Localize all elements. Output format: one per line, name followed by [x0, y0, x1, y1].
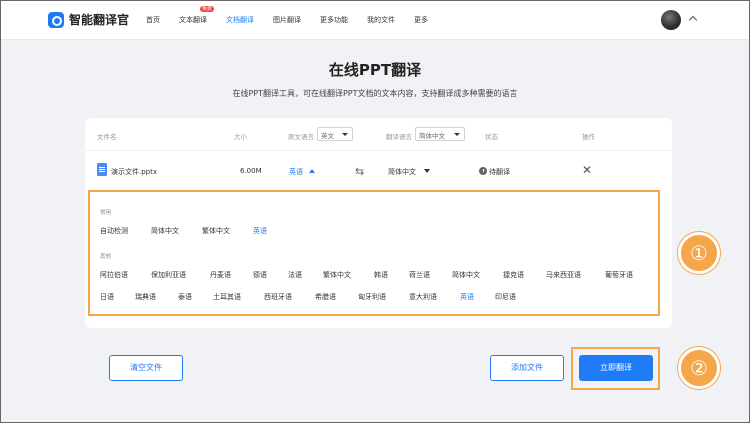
swap-icon[interactable]: ⇆ — [355, 165, 364, 178]
nav-more-features[interactable]: 更多功能 — [320, 15, 348, 25]
user-avatar[interactable] — [661, 10, 681, 30]
free-badge: 免费 — [200, 6, 215, 12]
col-size: 大小 — [234, 133, 247, 141]
table-row: 演示文件.pptx 6.00M 英语 ⇆ 简体中文 待翻译 ✕ — [85, 151, 672, 191]
brand-logo[interactable]: 智能翻译官 — [48, 11, 129, 28]
file-status: 待翻译 — [479, 167, 510, 177]
col-filename: 文件名 — [97, 133, 117, 141]
main-nav: 首页 文本翻译 免费 文档翻译 图片翻译 更多功能 我的文件 更多 — [146, 6, 447, 25]
lang-option[interactable]: 简体中文 — [151, 226, 179, 236]
lang-option[interactable]: 日语 — [100, 292, 114, 302]
close-icon[interactable]: ✕ — [582, 163, 592, 177]
nav-home[interactable]: 首页 — [146, 15, 160, 25]
col-target-lang: 翻译语言 — [386, 133, 412, 141]
lang-option-selected[interactable]: 英语 — [253, 226, 267, 236]
top-header: 智能翻译官 首页 文本翻译 免费 文档翻译 图片翻译 更多功能 我的文件 更多 — [0, 0, 750, 40]
source-lang-dropdown[interactable]: 英语 — [289, 167, 315, 177]
source-lang-value: 英语 — [289, 168, 303, 176]
nav-image-translate[interactable]: 图片翻译 — [273, 15, 301, 25]
lang-option[interactable]: 匈牙利语 — [358, 292, 386, 302]
source-lang-select[interactable]: 英文 — [317, 127, 353, 141]
add-file-button[interactable]: 添加文件 — [490, 355, 564, 381]
ppt-file-icon — [97, 163, 107, 176]
status-text: 待翻译 — [489, 168, 510, 176]
target-lang-dropdown[interactable]: 简体中文 — [388, 167, 430, 177]
lang-option[interactable]: 瑞典语 — [135, 292, 156, 302]
lang-option[interactable]: 法语 — [288, 270, 302, 280]
lang-option[interactable]: 简体中文 — [452, 270, 480, 280]
lang-option[interactable]: 西班牙语 — [264, 292, 292, 302]
caret-down-icon — [424, 169, 430, 173]
lang-option[interactable]: 自动检测 — [100, 226, 128, 236]
nav-text-translate[interactable]: 文本翻译 免费 — [179, 6, 215, 25]
language-panel: 常用 自动检测 简体中文 繁体中文 英语 其他 阿拉伯语 保加利亚语 丹麦语 德… — [88, 190, 660, 316]
other-label: 其他 — [100, 254, 112, 260]
lang-option[interactable]: 繁体中文 — [323, 270, 351, 280]
target-lang-value: 简体中文 — [388, 168, 416, 176]
page-title: 在线PPT翻译 — [328, 61, 422, 79]
lang-option[interactable]: 丹麦语 — [210, 270, 231, 280]
col-action: 操作 — [582, 133, 595, 141]
lang-option[interactable]: 马来西亚语 — [546, 270, 581, 280]
nav-text-translate-label: 文本翻译 — [179, 16, 207, 24]
clock-icon — [479, 167, 487, 175]
translate-now-button[interactable]: 立即翻译 — [579, 355, 653, 381]
nav-more[interactable]: 更多 — [414, 15, 428, 25]
lang-option[interactable]: 保加利亚语 — [151, 270, 186, 280]
lang-option[interactable]: 土耳其语 — [213, 292, 241, 302]
page-subtitle: 在线PPT翻译工具，可在线翻译PPT文档的文本内容，支持翻译成多种需要的语言 — [232, 89, 518, 98]
lang-option[interactable]: 意大利语 — [409, 292, 437, 302]
lang-option[interactable]: 阿拉伯语 — [100, 270, 128, 280]
col-status: 状态 — [485, 133, 498, 141]
lang-option[interactable]: 德语 — [253, 270, 267, 280]
step-marker-1: ① — [678, 232, 720, 274]
target-lang-select[interactable]: 简体中文 — [415, 127, 465, 141]
lang-option[interactable]: 葡萄牙语 — [605, 270, 633, 280]
clear-files-button[interactable]: 清空文件 — [109, 355, 183, 381]
nav-my-files[interactable]: 我的文件 — [367, 15, 395, 25]
lang-option[interactable]: 荷兰语 — [409, 270, 430, 280]
nav-doc-translate[interactable]: 文档翻译 — [226, 15, 254, 25]
step-marker-2: ② — [678, 347, 720, 389]
caret-up-icon — [309, 169, 315, 173]
lang-option[interactable]: 捷克语 — [503, 270, 524, 280]
lang-option[interactable]: 泰语 — [178, 292, 192, 302]
file-size: 6.00M — [240, 167, 262, 175]
lang-option[interactable]: 繁体中文 — [202, 226, 230, 236]
table-header: 文件名 大小 原文语言 英文 翻译语言 简体中文 状态 操作 — [85, 118, 672, 151]
lang-option[interactable]: 希腊语 — [315, 292, 336, 302]
lang-option[interactable]: 韩语 — [374, 270, 388, 280]
lang-option-selected[interactable]: 英语 — [460, 292, 474, 302]
chevron-up-icon[interactable] — [688, 15, 698, 25]
file-name: 演示文件.pptx — [111, 168, 157, 176]
col-source-lang: 原文语言 — [288, 133, 314, 141]
common-label: 常用 — [100, 210, 112, 216]
logo-icon — [48, 11, 64, 28]
lang-option[interactable]: 印尼语 — [495, 292, 516, 302]
brand-name: 智能翻译官 — [69, 13, 130, 27]
